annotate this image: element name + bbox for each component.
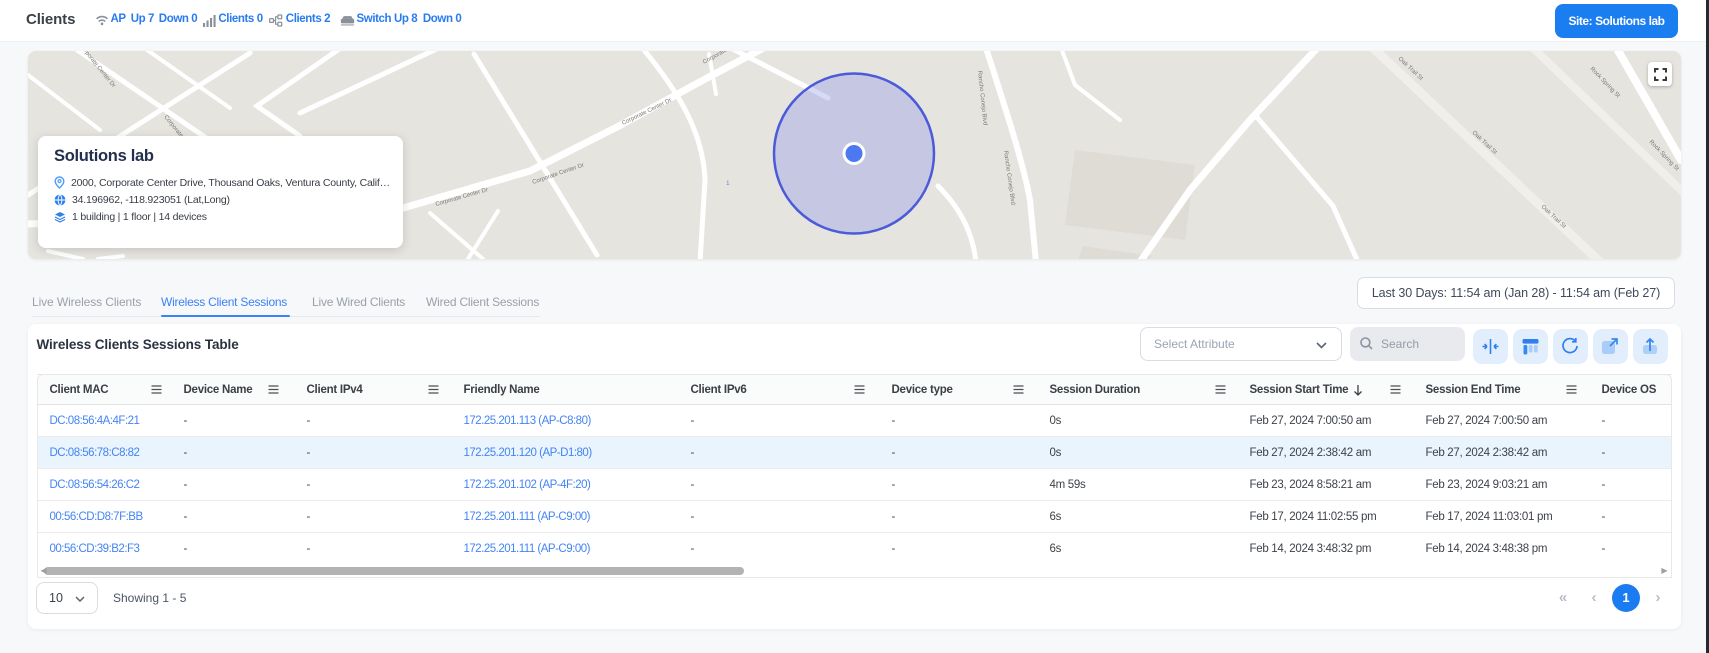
svg-text:Oak Trail St: Oak Trail St (1540, 204, 1567, 230)
svg-text:1: 1 (726, 180, 730, 187)
svg-text:Rancho Conejo Blvd: Rancho Conejo Blvd (976, 71, 988, 126)
svg-text:Corporate Center Dr: Corporate Center Dr (621, 98, 672, 127)
svg-text:porate Center Dr: porate Center Dr (83, 51, 116, 89)
svg-text:Rancho Conejo Blvd: Rancho Conejo Blvd (1002, 150, 1016, 205)
svg-text:Rock Spring St: Rock Spring St (1589, 66, 1621, 99)
